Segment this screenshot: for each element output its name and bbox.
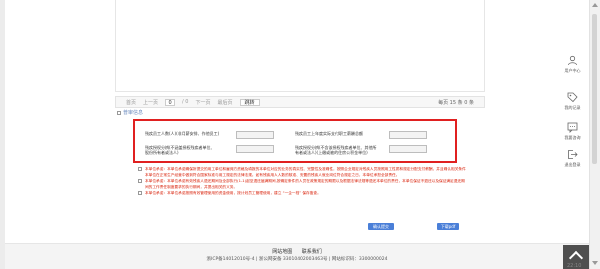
sidebar-item-user-center[interactable]: 用户中心 <box>557 55 588 74</box>
sidebar-item-logout[interactable]: 退出登录 <box>557 149 588 168</box>
confirm-submit-button[interactable]: 确认提交 <box>368 223 394 230</box>
notice-3-checkbox[interactable] <box>138 191 142 195</box>
notice-2-checkbox[interactable] <box>138 179 142 183</box>
form-highlight-box <box>133 119 457 163</box>
left-scroll-strip <box>0 0 5 269</box>
pager-go-button[interactable]: 跳转 <box>239 98 260 106</box>
pager-total-pages: / 0 <box>182 99 189 105</box>
pager-last-button[interactable]: 最后页 <box>218 99 233 106</box>
grid-pager: 首页 上一页 0 / 0 下一页 最后页 跳转 每页 15 条 0 条 <box>115 96 485 108</box>
row1-right-input[interactable] <box>389 131 427 139</box>
chat-icon <box>567 122 578 133</box>
form-row-2: 残疾授权分辨(不涵盖授权残疾者单位、 股份所有者或法人) 残疾授权分辨(不含该授… <box>145 145 427 155</box>
row2-left-input[interactable] <box>236 145 274 153</box>
pager-next-button[interactable]: 下一页 <box>196 99 211 106</box>
notice-3: 本单位承诺：本单位承诺按照有效管理使用的资金使用，按计划员工管理使用，建立 “一… <box>138 190 468 196</box>
footer-link-contact[interactable]: 联系我们 <box>302 249 322 255</box>
footer-copyright: 浙ICP备14012010号-4 | 浙公网安备 33010402003463号… <box>206 257 388 262</box>
footer-link-sitemap[interactable]: 网站地图 <box>272 249 292 255</box>
notice-1: 本单位承诺：本单位承诺确保所提交的用工单位和雇佣方资格及填报的本单位对应的业务的… <box>138 166 468 178</box>
logout-icon <box>568 150 578 159</box>
form-row-1: 残疾员工人数(人)(非月薪安排、作他员工) 残疾员工上年度实际支付职工薪酬总额 <box>145 131 427 139</box>
notice-1-checkbox[interactable] <box>138 167 142 171</box>
section-checkbox[interactable] <box>117 110 121 115</box>
sidebar-item-my-records[interactable]: 我的记录 <box>557 92 588 111</box>
row2-right-input[interactable] <box>389 145 427 153</box>
data-grid <box>115 0 485 92</box>
pager-info: 每页 15 条 0 条 <box>438 99 474 106</box>
commitment-notices: 本单位承诺：本单位承诺确保所提交的用工单位和雇佣方资格及填报的本单位对应的业务的… <box>138 166 468 196</box>
notice-2: 本单位承诺：本单位承诺有效残疾人退还期间及全部执行(1-1)起至退还届满期间,按… <box>138 178 468 190</box>
row1-right-label: 残疾员工上年度实际支付职工薪酬总额 <box>295 131 363 136</box>
scrollbar-thumb[interactable] <box>592 14 597 164</box>
user-icon <box>568 55 577 66</box>
row1-left-input[interactable] <box>236 131 274 139</box>
page-footer: 网站地图 联系我们 浙ICP备14012010号-4 | 浙公网安备 33010… <box>5 243 589 269</box>
pager-prev-button[interactable]: 上一页 <box>143 99 158 106</box>
row1-left-label: 残疾员工人数(人)(非月薪安排、作他员工) <box>145 131 220 136</box>
section-title: 普审信息 <box>123 110 144 116</box>
download-pdf-button[interactable]: 下载pdf <box>437 223 459 230</box>
taskbar-clock: 22:10 <box>567 263 582 269</box>
row2-right-label: 残疾授权分辨(不含该授权残疾者单位、其他所 有者或法人)(上缴或被的住房公积金单… <box>295 145 377 155</box>
pager-first-button[interactable]: 首页 <box>126 99 136 106</box>
scroll-up-arrow-icon[interactable] <box>592 3 598 7</box>
footer-links: 网站地图 联系我们 <box>5 248 589 255</box>
tag-icon <box>567 92 578 103</box>
row2-left-label: 残疾授权分辨(不涵盖授权残疾者单位、 股份所有者或法人) <box>145 145 215 155</box>
sidebar-item-consult[interactable]: 我要咨询 <box>557 122 588 141</box>
section-legend[interactable]: 普审信息 <box>117 109 143 116</box>
scroll-down-arrow-icon[interactable] <box>592 261 598 265</box>
pager-page-input[interactable]: 0 <box>165 98 176 106</box>
